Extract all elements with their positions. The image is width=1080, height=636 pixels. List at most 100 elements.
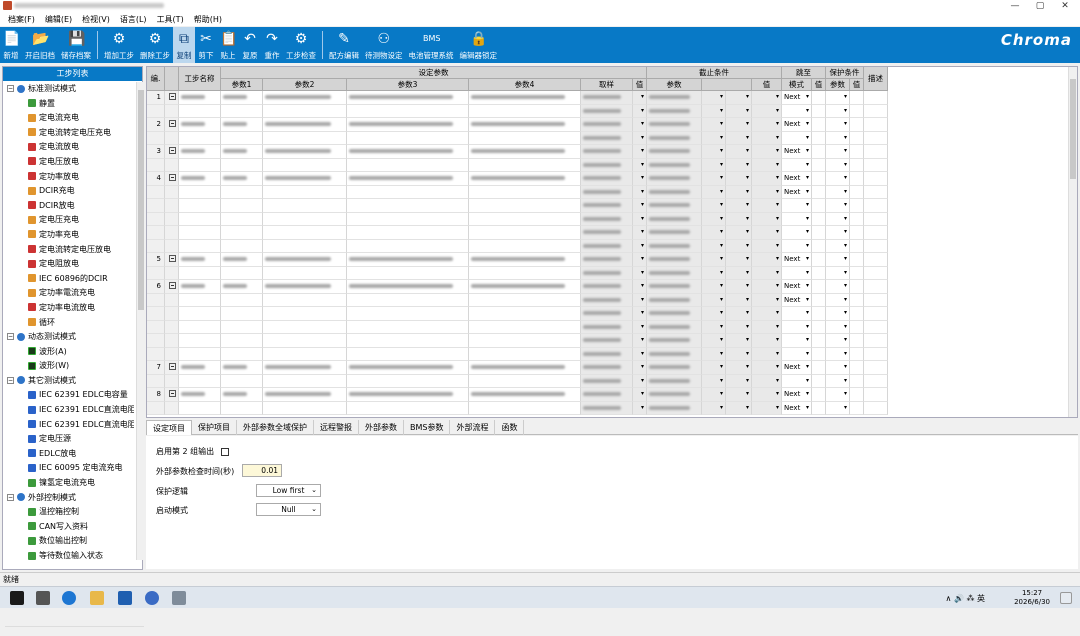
grid-cell[interactable] [165,361,179,375]
grid-cell[interactable] [850,320,864,334]
grid-cell[interactable] [647,293,702,307]
grid-cell[interactable] [165,185,179,199]
grid-cell[interactable]: ▾ [752,388,782,402]
grid-cell[interactable] [165,172,179,186]
grid-cell[interactable] [263,307,347,321]
grid-cell[interactable] [263,172,347,186]
tab-4[interactable]: 外部参数 [359,420,404,435]
grid-cell[interactable] [864,293,888,307]
grid-cell[interactable]: ▾ [752,401,782,415]
grid-cell[interactable] [165,280,179,294]
enable-output2-checkbox[interactable] [220,447,229,456]
grid-cell[interactable]: ▾ [782,307,812,321]
grid-cell[interactable] [263,145,347,159]
grid-cell[interactable] [581,361,633,375]
toolbar-button-0[interactable]: 📄 新增 [0,27,22,63]
grid-cell[interactable]: ▾ [702,361,726,375]
tree-item[interactable]: 定功率电流放电 [3,301,134,316]
grid-cell[interactable]: ▾ [633,266,647,280]
grid-cell[interactable] [864,307,888,321]
grid-cell[interactable] [179,280,221,294]
grid-cell[interactable]: ▾ [702,401,726,415]
grid-cell[interactable] [647,361,702,375]
grid-cell[interactable]: Next ▾ [782,91,812,105]
grid-cell[interactable]: ▾ [726,239,752,253]
grid-cell[interactable]: ▾ [782,212,812,226]
tree-item[interactable]: 定电压充电 [3,213,134,228]
menu-language[interactable]: 语言(L) [120,14,147,25]
grid-cell[interactable]: ▾ [702,212,726,226]
grid-cell[interactable] [812,91,826,105]
grid-cell[interactable] [221,266,263,280]
grid-cell[interactable] [263,293,347,307]
grid-cell[interactable] [347,172,469,186]
grid-cell[interactable] [221,347,263,361]
grid-cell[interactable] [347,293,469,307]
grid-cell[interactable] [812,266,826,280]
grid-cell[interactable] [179,388,221,402]
grid-cell[interactable] [263,131,347,145]
grid-cell[interactable] [221,158,263,172]
grid-cell[interactable]: ▾ [826,185,850,199]
tab-7[interactable]: 函数 [495,420,525,435]
tree-item[interactable]: 静置 [3,97,134,112]
collapse-toggle-icon[interactable] [169,389,176,397]
grid-cell[interactable]: ▾ [702,347,726,361]
collapse-toggle-icon[interactable] [169,119,176,127]
grid-cell[interactable] [647,172,702,186]
grid-cell[interactable] [179,131,221,145]
grid-cell[interactable]: ▾ [726,266,752,280]
grid-cell[interactable] [347,199,469,213]
tree-item[interactable]: 定电流转定电压放电 [3,243,134,258]
menu-edit[interactable]: 编辑(E) [45,14,72,25]
grid-cell[interactable] [469,347,581,361]
grid-cell[interactable]: ▾ [752,374,782,388]
tree-item[interactable]: 波形(A) [3,345,134,360]
grid-cell[interactable] [812,145,826,159]
grid-cell[interactable]: ▾ [726,226,752,240]
grid-cell[interactable] [469,293,581,307]
grid-cell[interactable] [165,145,179,159]
system-tray[interactable]: ∧ 🔊 ⁂ 英 [946,593,985,604]
grid-cell[interactable] [850,226,864,240]
grid-cell[interactable]: ▾ [782,104,812,118]
grid-cell[interactable]: ▾ [726,347,752,361]
grid-cell[interactable]: ▾ [726,118,752,132]
grid-cell[interactable]: ▾ [826,361,850,375]
grid-cell[interactable] [221,280,263,294]
grid-cell[interactable] [647,131,702,145]
grid-cell[interactable] [581,334,633,348]
grid-cell[interactable]: ▾ [752,334,782,348]
grid-cell[interactable] [469,118,581,132]
grid-cell[interactable] [812,158,826,172]
grid-cell[interactable] [812,199,826,213]
grid-cell[interactable] [263,158,347,172]
grid-cell[interactable] [812,374,826,388]
grid-cell[interactable] [864,118,888,132]
grid-cell[interactable] [850,307,864,321]
grid-cell[interactable]: ▾ [826,253,850,267]
grid-cell[interactable]: ▾ [702,199,726,213]
grid-cell[interactable] [221,320,263,334]
grid-cell[interactable] [581,401,633,415]
grid-cell[interactable] [165,401,179,415]
toolbar-button-2[interactable]: 💾 储存档案 [58,27,94,63]
tree-item[interactable]: 定电压源 [3,432,134,447]
grid-cell[interactable] [647,388,702,402]
grid-cell[interactable] [850,374,864,388]
grid-cell[interactable]: ▾ [782,239,812,253]
grid-cell[interactable]: ▾ [702,185,726,199]
grid-cell[interactable] [221,253,263,267]
menu-help[interactable]: 帮助(H) [194,14,222,25]
grid-cell[interactable]: ▾ [826,172,850,186]
grid-cell[interactable] [179,172,221,186]
grid-cell[interactable] [647,158,702,172]
grid-cell[interactable] [581,280,633,294]
grid-cell[interactable] [179,293,221,307]
grid-cell[interactable] [812,320,826,334]
grid-cell[interactable] [179,361,221,375]
grid-cell[interactable] [179,334,221,348]
close-button[interactable]: ✕ [1053,0,1077,12]
grid-cell[interactable]: ▾ [752,131,782,145]
grid-cell[interactable] [179,401,221,415]
